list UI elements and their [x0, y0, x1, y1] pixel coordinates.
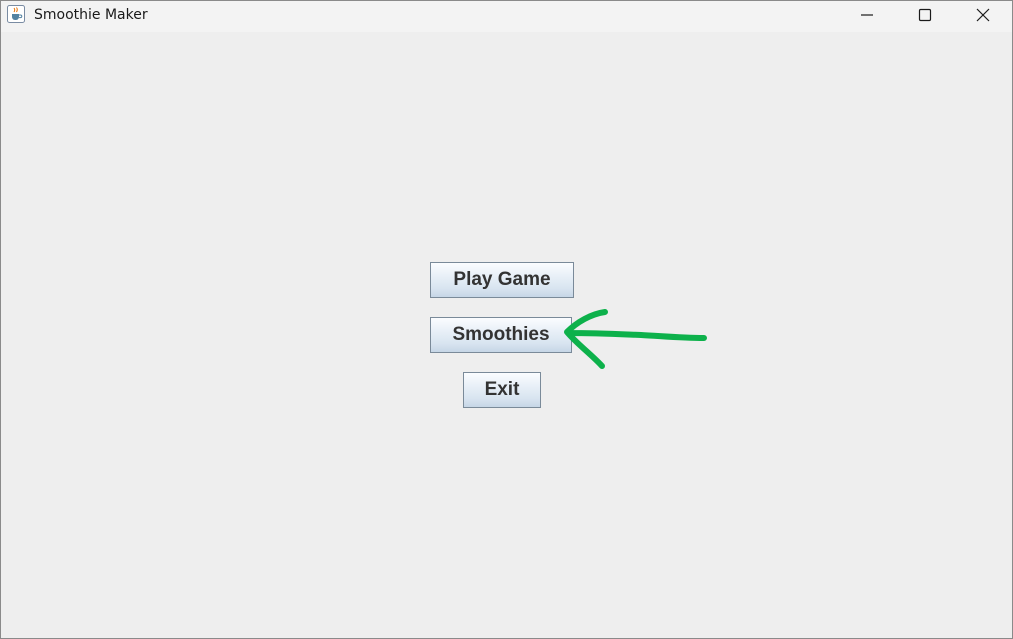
title-bar[interactable]: Smoothie Maker [1, 1, 1012, 32]
app-window: Smoothie Maker Play Game Smoothies Exit [0, 0, 1013, 639]
close-button[interactable] [954, 1, 1012, 29]
minimize-button[interactable] [838, 1, 896, 29]
main-panel: Play Game Smoothies Exit [1, 32, 1012, 638]
maximize-button[interactable] [896, 1, 954, 29]
smoothies-button[interactable]: Smoothies [430, 317, 572, 353]
java-cup-icon [7, 5, 25, 23]
play-game-button[interactable]: Play Game [430, 262, 574, 298]
close-icon [976, 8, 990, 22]
exit-button[interactable]: Exit [463, 372, 541, 408]
maximize-icon [918, 8, 932, 22]
window-title: Smoothie Maker [34, 7, 148, 23]
minimize-icon [861, 14, 873, 16]
